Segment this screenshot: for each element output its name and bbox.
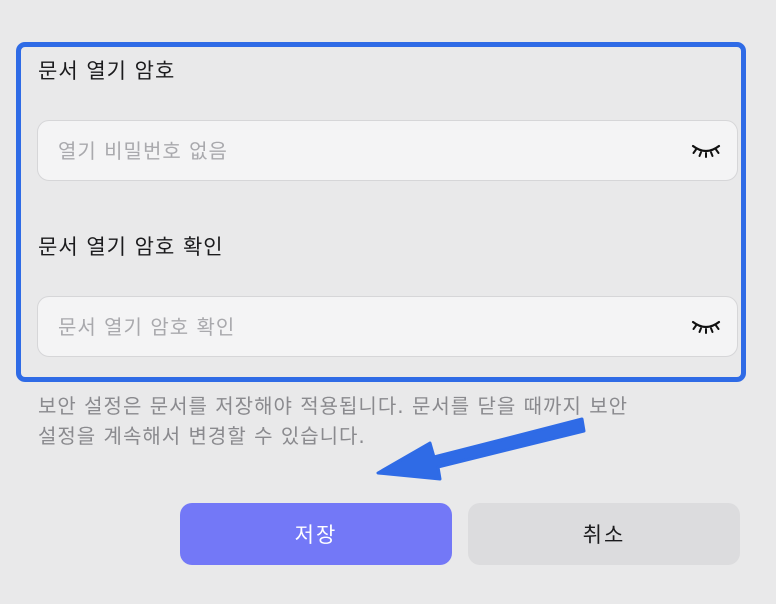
confirm-password-input[interactable]	[58, 297, 678, 356]
cancel-button[interactable]: 취소	[468, 503, 740, 565]
eye-closed-icon[interactable]	[691, 318, 721, 336]
security-info-line-2: 설정을 계속해서 변경할 수 있습니다.	[38, 424, 366, 448]
open-password-label: 문서 열기 암호	[38, 59, 176, 83]
eye-closed-icon[interactable]	[691, 142, 721, 160]
confirm-password-label: 문서 열기 암호 확인	[38, 235, 224, 259]
security-info-text: 보안 설정은 문서를 저장해야 적용됩니다. 문서를 닫을 때까지 보안 설정을…	[38, 391, 753, 451]
open-password-field-container	[37, 120, 738, 181]
open-password-input[interactable]	[58, 121, 678, 180]
save-button[interactable]: 저장	[180, 503, 452, 565]
security-info-line-1: 보안 설정은 문서를 저장해야 적용됩니다. 문서를 닫을 때까지 보안	[38, 394, 629, 418]
confirm-password-field-container	[37, 296, 738, 357]
